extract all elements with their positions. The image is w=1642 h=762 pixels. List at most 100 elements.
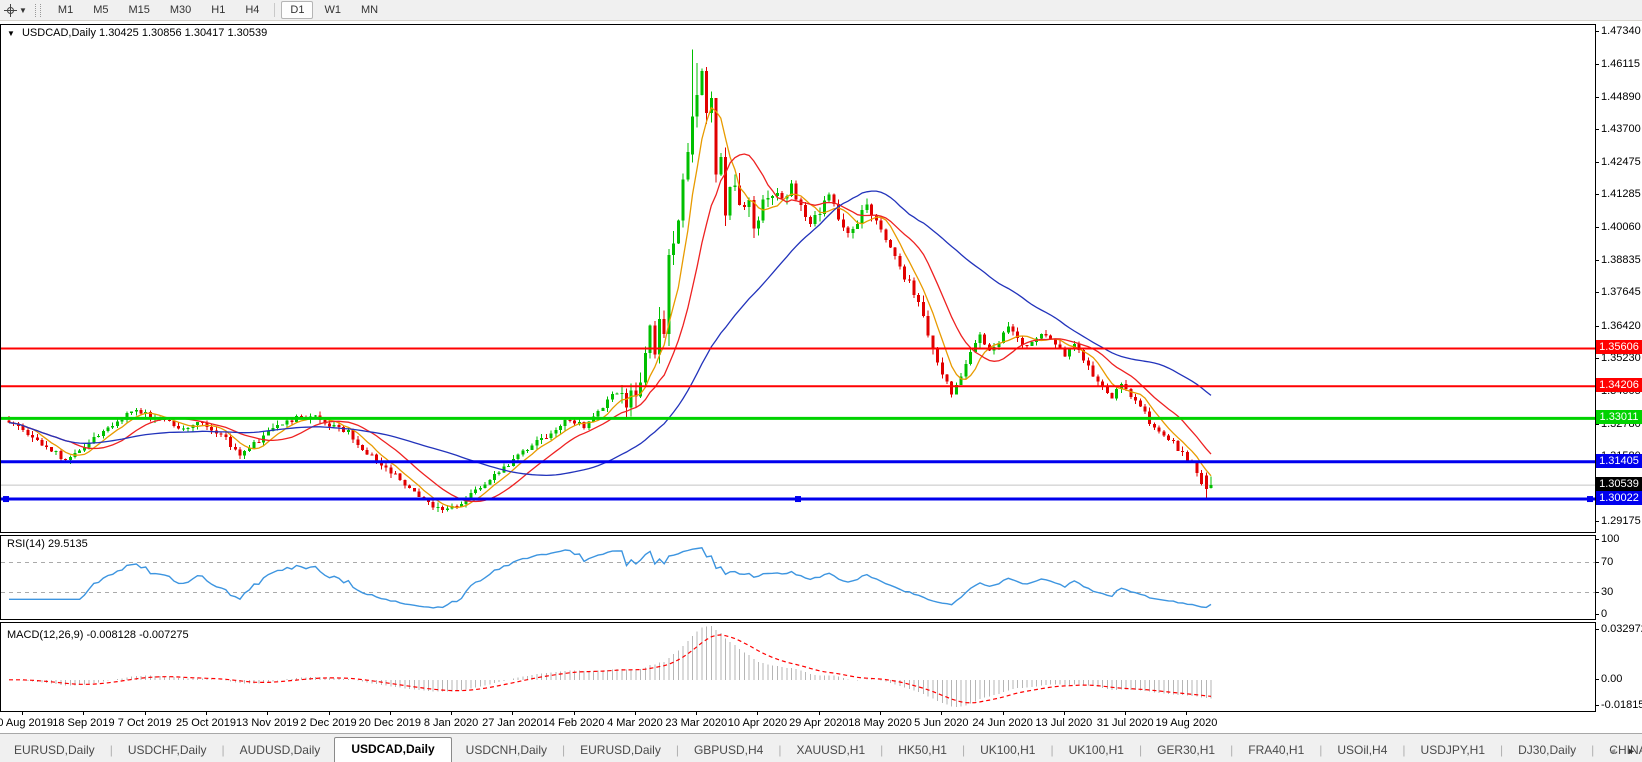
date-tick-mark [1002,712,1004,715]
macd-tick-label: 0.032972 [1601,623,1642,635]
crosshair-icon [4,3,17,17]
date-label: 29 Apr 2020 [789,717,849,729]
date-label: 23 Mar 2020 [665,717,728,729]
chart-tab-dj30-daily[interactable]: DJ30,Daily [1504,740,1590,762]
price-badge-1.33011: 1.33011 [1596,410,1642,425]
hline-handle[interactable] [3,496,9,503]
date-tick-mark [880,712,882,715]
price-tick-label: 1.46115 [1601,58,1640,71]
rsi-panel[interactable] [0,535,1596,620]
chart-tab-hk50-h1[interactable]: HK50,H1 [884,740,961,762]
rsi-tick-label: 70 [1601,555,1614,568]
chart-tab-xauusd-h1[interactable]: XAUUSD,H1 [782,740,879,762]
rsi-line [9,547,1212,609]
price-tick-label: 1.36420 [1601,319,1641,332]
macd-tick-label: -0.018154 [1601,699,1642,711]
chart-tab-usdchf-daily[interactable]: USDCHF,Daily [114,740,221,762]
macd-panel[interactable] [0,622,1596,712]
chart-tab-fra40-h1[interactable]: FRA40,H1 [1234,740,1318,762]
macd-tick-label: 0.00 [1601,672,1623,685]
hline-handle[interactable] [1587,496,1593,503]
date-label: 20 Dec 2019 [358,717,421,729]
date-label: 7 Oct 2019 [117,717,172,729]
date-label: 4 Mar 2020 [607,717,663,729]
price-badge-1.34206: 1.34206 [1596,378,1642,393]
timeframe-toolbar: ▼ M1 M5 M15 M30 H1 H4 D1 W1 MN [0,0,1642,21]
date-tick-mark [389,712,391,715]
rsi-tick-label: 30 [1601,585,1614,598]
macd-indicator-label: MACD(12,26,9) -0.008128 -0.007275 [7,629,189,641]
price-panel[interactable] [0,24,1596,533]
price-tick-mark [1595,97,1599,99]
price-tick-label: 1.44890 [1601,91,1641,104]
date-label: 31 Jul 2020 [1096,717,1154,729]
price-tick-mark [1595,64,1599,66]
macd-tick-mark [1595,629,1599,630]
price-tick-mark [1595,325,1599,327]
date-tick-mark [512,712,514,715]
chart-tab-usdcad-daily[interactable]: USDCAD,Daily [334,737,452,762]
timeframe-button-mn[interactable]: MN [352,1,387,19]
date-label: 8 Jan 2020 [423,717,479,729]
date-tick-mark [757,712,759,715]
timeframe-button-m5[interactable]: M5 [84,1,117,19]
date-label: 19 Aug 2020 [1155,717,1218,729]
chart-tab-usdcnh-daily[interactable]: USDCNH,Daily [452,740,561,762]
rsi-canvas[interactable] [1,536,1595,619]
price-badge-1.31405: 1.31405 [1596,453,1642,468]
chart-tab-uk100-h1[interactable]: UK100,H1 [966,740,1049,762]
symbol-dropdown-icon[interactable]: ▼ [7,29,15,38]
chart-tab-eurusd-daily[interactable]: EURUSD,Daily [0,740,109,762]
date-label: 5 Jun 2020 [914,717,969,729]
tab-scroll-left-icon[interactable]: ◄ [1608,746,1617,756]
timeframe-button-m15[interactable]: M15 [119,1,158,19]
date-label: 13 Jul 2020 [1035,717,1093,729]
chart-tab-bar: EURUSD,Daily | USDCHF,Daily | AUDUSD,Daily US… [0,733,1642,762]
timeframe-button-m30[interactable]: M30 [161,1,200,19]
hline-1.30022[interactable] [1,496,1595,503]
macd-tick-mark [1595,705,1599,706]
timeframe-button-h1[interactable]: H1 [202,1,234,19]
toolbar-grip[interactable] [34,3,41,17]
date-tick-mark [205,712,207,715]
date-tick-mark [144,712,146,715]
date-label: 18 May 2020 [848,717,912,729]
tab-scroll-right-icon[interactable]: ► [1627,746,1636,756]
timeframe-button-h4[interactable]: H4 [236,1,268,19]
chart-tab-gbpusd-h4[interactable]: GBPUSD,H4 [680,740,777,762]
ohlc-values: 1.30425 1.30856 1.30417 1.30539 [99,27,268,39]
chart-tab-ger30-h1[interactable]: GER30,H1 [1143,740,1229,762]
crosshair-tool-icon[interactable] [4,3,17,17]
price-tick-label: 1.37645 [1601,286,1641,299]
price-chart-canvas[interactable] [1,25,1595,532]
price-tick-mark [1595,292,1599,294]
chart-tab-usoil-h4[interactable]: USOil,H4 [1323,740,1401,762]
date-tick-mark [696,712,698,715]
price-badge-1.30022: 1.30022 [1596,491,1642,506]
macd-tick-mark [1595,678,1599,680]
chart-tab-audusd-daily[interactable]: AUDUSD,Daily [226,740,335,762]
date-label: 25 Oct 2019 [176,717,236,729]
date-tick-mark [1186,712,1188,715]
price-tick-mark [1595,520,1599,522]
timeframe-button-d1[interactable]: D1 [281,1,314,19]
price-badge-1.35606: 1.35606 [1596,340,1642,355]
price-tick-label: 1.42475 [1601,156,1641,169]
price-tick-mark [1595,194,1599,196]
date-tick-mark [328,712,330,715]
hline-handle[interactable] [795,496,801,503]
chart-tab-eurusd-daily[interactable]: EURUSD,Daily [566,740,675,762]
price-tick-mark [1595,260,1599,262]
price-tick-label: 1.47340 [1601,25,1641,37]
date-label: 18 Sep 2019 [52,717,115,729]
date-label: 10 Apr 2020 [727,717,788,729]
date-label: 27 Jan 2020 [482,717,543,729]
price-tick-mark [1595,162,1599,164]
timeframe-button-w1[interactable]: W1 [315,1,350,19]
chevron-down-icon[interactable]: ▼ [19,6,27,15]
chart-tab-uk100-h1[interactable]: UK100,H1 [1055,740,1138,762]
macd-canvas[interactable] [1,623,1595,711]
macd-histogram [13,626,1212,707]
timeframe-button-m1[interactable]: M1 [49,1,82,19]
chart-tab-usdjpy-h1[interactable]: USDJPY,H1 [1407,740,1499,762]
